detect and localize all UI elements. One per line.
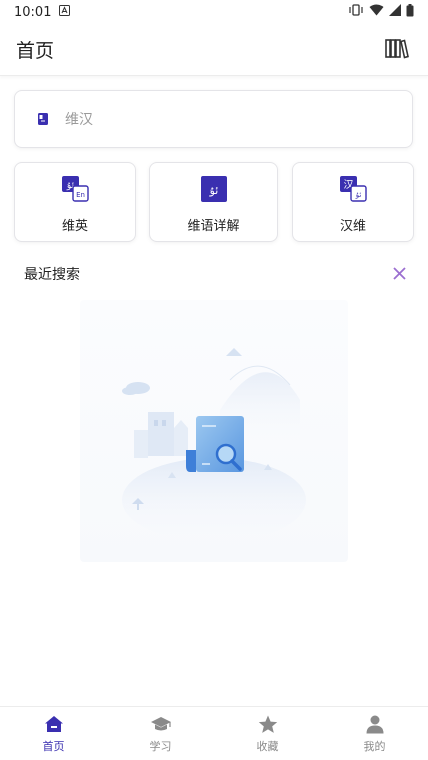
nav-study[interactable]: 学习: [107, 707, 214, 760]
recent-search-title: 最近搜索: [24, 267, 80, 283]
close-icon: [392, 265, 406, 284]
status-bar: 10:01: [0, 0, 428, 24]
nav-favorites[interactable]: 收藏: [214, 707, 321, 760]
nav-label: 首页: [42, 740, 65, 753]
bookshelf-icon: [385, 37, 409, 63]
star-icon: [257, 713, 279, 735]
battery-icon: [406, 3, 414, 21]
status-time: 10:01: [14, 4, 52, 20]
uyghur-glyph: ئۇ: [208, 184, 218, 197]
uyghur-glyph: ئۇ: [355, 191, 362, 199]
nav-label: 收藏: [256, 740, 279, 753]
card-label: 汉维: [339, 219, 366, 234]
bottom-navigation: 首页 学习 收藏 我的: [0, 706, 428, 760]
search-placeholder: 维汉: [65, 112, 93, 128]
clear-history-button[interactable]: [390, 265, 408, 283]
graduation-cap-icon: [150, 713, 172, 735]
chinese-uyghur-card[interactable]: 汉 ئۇ 汉维: [292, 162, 414, 242]
nav-home[interactable]: 首页: [0, 707, 107, 760]
search-input[interactable]: 维汉: [14, 90, 413, 148]
wifi-icon: [369, 4, 384, 20]
notification-icon: [59, 4, 71, 20]
library-button[interactable]: [382, 35, 412, 65]
person-icon: [364, 713, 386, 735]
nav-profile[interactable]: 我的: [321, 707, 428, 760]
uyghur-detail-icon: ئۇ: [200, 175, 228, 203]
signal-icon: [389, 4, 401, 20]
empty-state-illustration: [80, 300, 348, 562]
uyghur-english-card[interactable]: ئۇ En 维英: [14, 162, 136, 242]
uyghur-detail-card[interactable]: ئۇ 维语详解: [149, 162, 278, 242]
vibrate-icon: [348, 4, 364, 20]
uyghur-english-icon: ئۇ En: [61, 175, 89, 203]
english-glyph: En: [76, 191, 85, 199]
nav-label: 学习: [149, 740, 172, 753]
chinese-uyghur-icon: 汉 ئۇ: [339, 175, 367, 203]
app-bar: 首页: [0, 24, 428, 76]
card-label: 维英: [61, 219, 88, 234]
dictionary-icon: [35, 111, 51, 127]
nav-label: 我的: [363, 740, 386, 753]
card-label: 维语详解: [187, 219, 240, 234]
page-title: 首页: [16, 40, 55, 62]
home-icon: [43, 713, 65, 735]
